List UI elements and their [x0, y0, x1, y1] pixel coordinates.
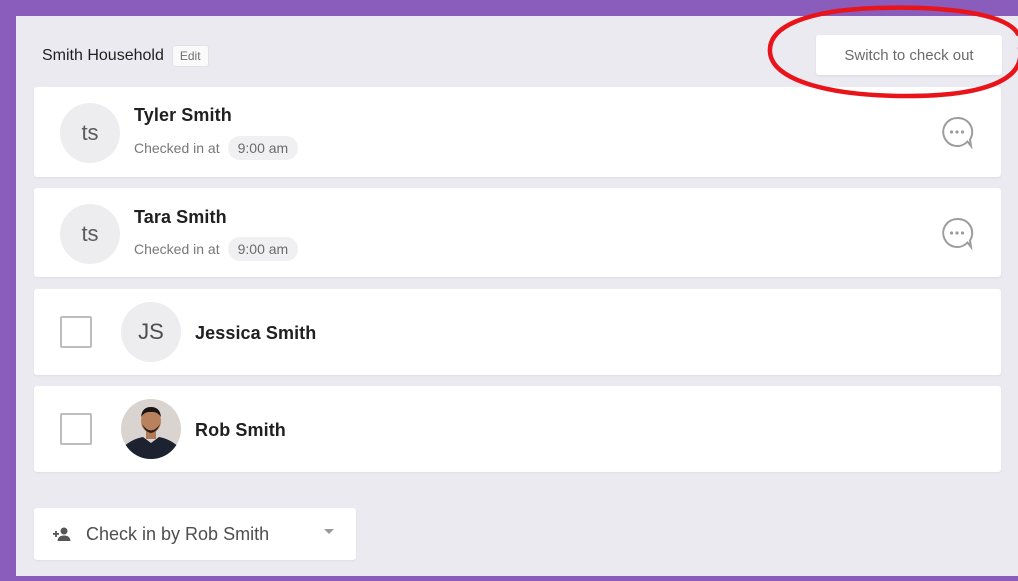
status-text: Checked in at: [134, 241, 220, 257]
chevron-down-icon: [324, 529, 334, 534]
person-card-tara[interactable]: ts Tara Smith Checked in at 9:00 am: [34, 188, 1001, 277]
edit-household-button[interactable]: Edit: [171, 45, 209, 67]
checkin-status: Checked in at 9:00 am: [134, 237, 299, 261]
person-card-tyler[interactable]: ts Tyler Smith Checked in at 9:00 am: [34, 87, 1001, 177]
chat-icon[interactable]: [940, 115, 974, 149]
check-in-by-dropdown[interactable]: Check in by Rob Smith: [34, 508, 356, 560]
person-card-jessica[interactable]: JS Jessica Smith: [34, 289, 1001, 375]
select-checkbox[interactable]: [60, 316, 92, 348]
checkin-time: 9:00 am: [227, 136, 299, 160]
person-name: Tyler Smith: [134, 105, 232, 125]
person-card-rob[interactable]: Rob Smith: [34, 386, 1001, 472]
check-in-by-label: Check in by Rob Smith: [86, 523, 270, 544]
checkin-status: Checked in at 9:00 am: [134, 136, 299, 160]
household-name: Smith Household: [42, 47, 164, 64]
select-checkbox[interactable]: [60, 413, 92, 445]
checkin-time: 9:00 am: [227, 237, 299, 261]
person-add-icon: [53, 527, 71, 541]
person-name: Tara Smith: [134, 207, 227, 227]
avatar-photo: [121, 399, 181, 459]
status-text: Checked in at: [134, 140, 220, 156]
avatar: ts: [60, 204, 120, 264]
avatar: ts: [60, 103, 120, 163]
person-name: Rob Smith: [195, 420, 286, 440]
household-header: Smith Household Edit: [42, 45, 209, 67]
person-name: Jessica Smith: [195, 323, 317, 343]
chat-icon[interactable]: [940, 216, 974, 250]
annotation-circle: [767, 5, 1018, 99]
avatar: JS: [121, 302, 181, 362]
